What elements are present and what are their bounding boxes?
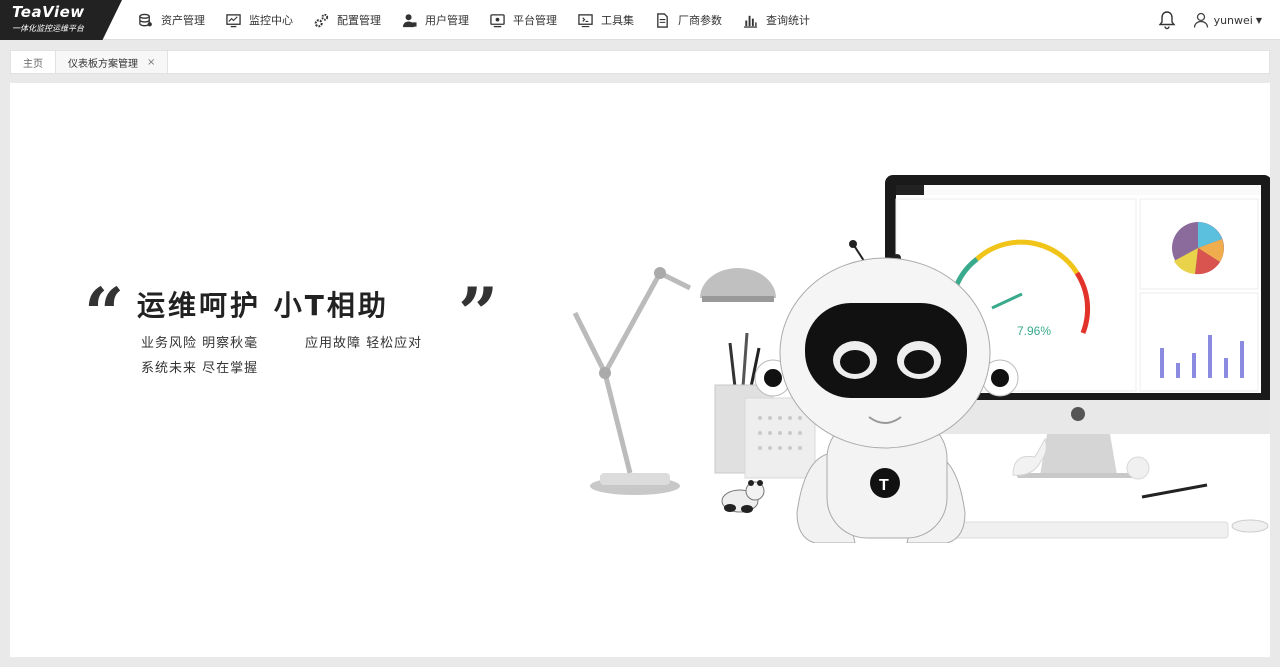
close-icon[interactable]: × — [147, 57, 155, 68]
nav-item-tools[interactable]: 工具集 — [578, 0, 634, 40]
slogan-line-1-right: 应用故障 轻松应对 — [305, 336, 423, 351]
toolbox-icon — [578, 13, 593, 27]
mouse-image — [1231, 519, 1269, 533]
user-avatar-icon[interactable] — [1193, 12, 1209, 28]
main-content: “ 运维呵护 小T相助 ” 业务风险 明察秋毫 应用故障 轻松应对 系统未来 尽… — [10, 83, 1270, 657]
nav-label: 配置管理 — [337, 14, 381, 27]
gauge-value-label: 7.96% — [1017, 324, 1051, 338]
nav-label: 厂商参数 — [678, 14, 722, 27]
display-icon — [490, 13, 505, 27]
banner-headline: 运维呵护 小T相助 — [137, 289, 389, 322]
panda-figurine-image — [721, 480, 765, 513]
keyboard-image — [947, 521, 1229, 539]
open-quote: “ — [84, 272, 125, 355]
app-logo[interactable]: TeaView 一体化监控运维平台 — [0, 0, 122, 40]
nav-label: 工具集 — [601, 14, 634, 27]
robot-badge-label: T — [879, 477, 889, 494]
tab-bar: 主页 仪表板方案管理 × — [10, 50, 1270, 74]
logo-title: TeaView — [12, 3, 85, 21]
monitor-icon — [226, 13, 241, 27]
nav-item-config[interactable]: 配置管理 — [314, 0, 381, 40]
tab-label: 主页 — [23, 58, 43, 70]
nav-item-monitor[interactable]: 监控中心 — [226, 0, 293, 40]
bar-chart-icon — [743, 15, 758, 28]
slogan-line-2: 系统未来 尽在掌握 — [141, 361, 259, 376]
paper-ball-image — [1126, 456, 1150, 480]
nav-label: 资产管理 — [161, 14, 205, 27]
user-area: yunwei ▼ — [1157, 0, 1262, 40]
tab-home[interactable]: 主页 — [11, 51, 56, 73]
nav-item-assets[interactable]: 资产管理 — [138, 0, 205, 40]
nav-label: 查询统计 — [766, 14, 810, 27]
nav-item-platform[interactable]: 平台管理 — [490, 0, 557, 40]
tab-dashboard-scheme[interactable]: 仪表板方案管理 × — [56, 51, 169, 73]
user-icon — [402, 13, 417, 27]
bell-icon[interactable] — [1157, 10, 1177, 30]
nav-item-vendor-params[interactable]: 厂商参数 — [655, 0, 722, 40]
nav-item-users[interactable]: 用户管理 — [402, 0, 469, 40]
chevron-down-icon[interactable]: ▼ — [1256, 16, 1262, 25]
close-quote: ” — [458, 272, 499, 355]
pencil-image — [1141, 483, 1208, 499]
main-nav: 资产管理 监控中心 配置管理 用户管理 平台管理 工具集 厂商参数 查询统计 — [138, 0, 831, 40]
tab-label: 仪表板方案管理 — [68, 58, 138, 70]
logo-subtitle: 一体化监控运维平台 — [12, 24, 84, 33]
database-icon — [139, 13, 152, 26]
gears-icon — [314, 13, 329, 27]
username[interactable]: yunwei — [1214, 14, 1253, 27]
nav-label: 监控中心 — [249, 14, 293, 27]
banner-illustration: 7.96% T — [572, 175, 1270, 543]
document-icon — [657, 12, 668, 28]
top-navbar: TeaView 一体化监控运维平台 资产管理 监控中心 配置管理 用户管理 平台… — [0, 0, 1280, 40]
nav-label: 用户管理 — [425, 14, 469, 27]
nav-item-query-stats[interactable]: 查询统计 — [743, 0, 810, 40]
slogan-line-1-left: 业务风险 明察秋毫 — [141, 336, 259, 351]
nav-label: 平台管理 — [513, 14, 557, 27]
